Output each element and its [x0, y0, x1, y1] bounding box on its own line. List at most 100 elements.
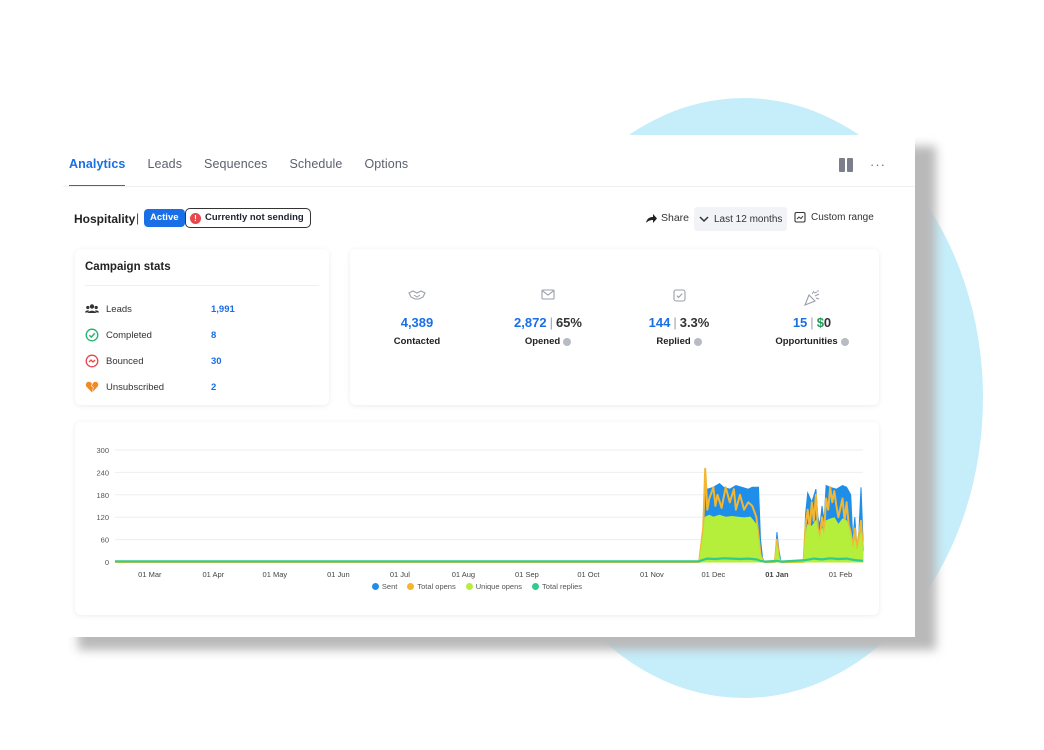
legend-dot	[532, 583, 540, 590]
stat-value[interactable]: 1,991	[211, 304, 235, 315]
stat-label: Leads	[106, 303, 132, 315]
series-unique-opens-area	[115, 514, 864, 563]
custom-range-label: Custom range	[811, 211, 874, 223]
party-popper-icon	[804, 290, 820, 306]
replied-rate: 3.3%	[679, 315, 710, 330]
info-icon[interactable]	[693, 337, 702, 346]
opportunities-currency: $	[816, 315, 824, 330]
handshake-icon	[408, 290, 426, 300]
stat-row-unsubscribed: Unsubscribed 2	[85, 379, 216, 395]
legend-dot	[465, 583, 473, 590]
replied-separator: |	[673, 315, 677, 330]
stat-value[interactable]: 30	[211, 356, 222, 367]
x-tick-label: 01 Feb	[829, 570, 852, 579]
opportunities-amount: 0	[823, 315, 832, 330]
tab-sequences[interactable]: Sequences	[204, 157, 267, 187]
custom-range-button[interactable]: Custom range	[794, 211, 874, 223]
kpi-contacted: 4,389 Contacted	[352, 289, 482, 347]
users-icon	[85, 304, 99, 313]
legend-total-replies[interactable]: Total replies	[532, 582, 582, 591]
opened-separator: |	[549, 315, 553, 330]
analytics-window: Analytics Leads Sequences Schedule Optio…	[63, 135, 915, 637]
stat-label: Completed	[106, 329, 152, 341]
opened-value: 2,872	[514, 315, 547, 330]
pause-campaign-button[interactable]	[839, 158, 855, 174]
tab-leads[interactable]: Leads	[147, 157, 182, 187]
legend-total-opens[interactable]: Total opens	[407, 582, 456, 591]
more-options-icon[interactable]: ···	[870, 157, 886, 172]
opened-rate: 65%	[555, 315, 582, 330]
legend-sent[interactable]: Sent	[371, 582, 398, 591]
warning-icon: !	[190, 212, 201, 224]
legend-label: Unique opens	[475, 582, 523, 591]
y-tick-label: 0	[105, 558, 109, 567]
date-range-dropdown[interactable]: Last 12 months	[694, 207, 787, 231]
calendar-icon	[794, 211, 806, 223]
tab-divider	[63, 186, 915, 187]
legend-label: Sent	[381, 582, 398, 591]
campaign-stats-card: Campaign stats Leads 1,991 Completed 8 B…	[75, 249, 329, 405]
share-label: Share	[661, 212, 690, 224]
x-tick-label: 01 Mar	[138, 570, 162, 579]
kpi-opportunities: 15 | $0 Opportunities	[747, 289, 877, 347]
stat-value[interactable]: 2	[211, 382, 216, 393]
campaign-name: Hospitality	[74, 212, 136, 226]
replied-label: Replied	[656, 336, 691, 347]
legend-unique-opens[interactable]: Unique opens	[465, 582, 523, 591]
tab-analytics[interactable]: Analytics	[69, 157, 126, 187]
check-square-icon	[672, 289, 686, 302]
info-icon[interactable]	[840, 337, 849, 346]
sending-warning-badge: ! Currently not sending	[185, 208, 311, 228]
x-tick-label: 01 Dec	[702, 570, 726, 579]
y-tick-label: 300	[96, 446, 109, 455]
replied-value: 144	[648, 315, 671, 330]
contacted-value: 4,389	[400, 315, 434, 330]
date-range-label: Last 12 months	[714, 213, 783, 225]
x-tick-label: 01 May	[263, 570, 288, 579]
stat-label: Unsubscribed	[106, 381, 165, 393]
opportunities-value: 15	[792, 315, 808, 330]
legend-dot	[407, 583, 415, 590]
kpi-replied: 144 | 3.3% Replied	[614, 289, 744, 347]
activity-chart-card: 0 60 120 180 240 300 01 Mar 01 Apr 01 May 01 Jun 0…	[75, 422, 879, 615]
share-button[interactable]: Share	[645, 212, 689, 224]
stat-row-completed: Completed 8	[85, 327, 216, 343]
tab-options[interactable]: Options	[364, 157, 408, 187]
chevron-down-icon	[699, 216, 709, 223]
y-tick-label: 240	[96, 468, 109, 477]
pause-icon	[839, 158, 845, 172]
title-separator: |	[136, 211, 140, 225]
x-tick-label: 01 Jun	[327, 570, 350, 579]
opportunities-separator: |	[810, 315, 814, 330]
legend-dot	[371, 583, 379, 590]
legend-label: Total opens	[417, 582, 456, 591]
y-tick-label: 180	[96, 491, 109, 500]
x-tick-label: 01 Sep	[515, 570, 539, 579]
pause-icon-bar	[847, 158, 853, 172]
warning-text: Currently not sending	[205, 212, 304, 223]
contacted-label: Contacted	[393, 336, 441, 347]
campaign-stats-title: Campaign stats	[85, 261, 171, 273]
x-tick-label: 01 Oct	[577, 570, 600, 579]
tab-schedule[interactable]: Schedule	[290, 157, 343, 187]
stat-value[interactable]: 8	[211, 330, 216, 341]
tab-bar: Analytics Leads Sequences Schedule Optio…	[69, 157, 430, 187]
share-arrow-icon	[646, 213, 657, 223]
stats-divider	[85, 285, 319, 286]
kpi-opened: 2,872 | 65% Opened	[483, 289, 613, 347]
legend-label: Total replies	[542, 582, 583, 591]
stat-label: Bounced	[106, 355, 144, 367]
check-circle-icon	[85, 328, 99, 342]
broken-heart-icon	[85, 381, 99, 393]
stat-row-bounced: Bounced 30	[85, 353, 222, 369]
info-icon[interactable]	[563, 337, 572, 346]
x-tick-label: 01 Aug	[452, 570, 475, 579]
y-tick-label: 120	[96, 513, 109, 522]
x-tick-label: 01 Jul	[390, 570, 410, 579]
x-tick-label: 01 Nov	[640, 570, 664, 579]
opened-label: Opened	[524, 336, 561, 347]
envelope-icon	[541, 289, 555, 300]
opportunities-label: Opportunities	[775, 336, 838, 347]
bounce-icon	[85, 354, 99, 368]
status-badge: Active	[144, 209, 185, 227]
